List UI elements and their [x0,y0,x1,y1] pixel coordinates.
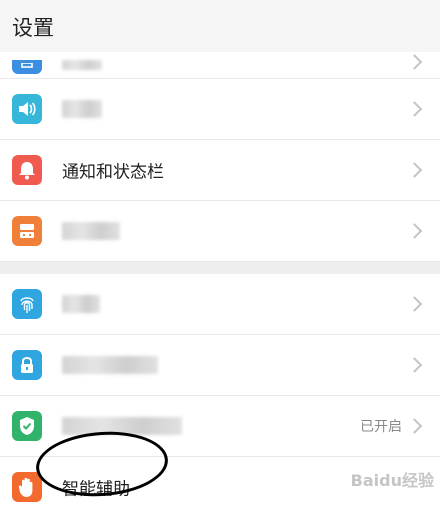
hand-icon [12,472,42,502]
header-bar: 设置 [0,0,440,52]
chevron-right-icon [406,223,423,239]
settings-item-security[interactable]: 已开启 [0,396,440,457]
chevron-right-icon [406,418,423,434]
settings-item-fingerprint[interactable] [0,274,440,335]
settings-list[interactable]: 通知和状态栏 已开启 智能辅助 [0,52,440,517]
settings-item-privacy[interactable] [0,335,440,396]
group-divider [0,262,440,274]
chevron-right-icon [406,101,423,117]
smart-assist-label: 智能辅助 [62,479,130,500]
shield-check-icon [12,411,42,441]
settings-item-sound[interactable] [0,79,440,140]
blurred-label [62,100,102,118]
settings-item-display[interactable] [0,52,440,79]
bell-icon [12,155,42,185]
blurred-label [62,295,100,313]
blurred-label [62,417,182,435]
display-icon [12,60,42,74]
notifications-label: 通知和状态栏 [62,162,164,183]
speaker-icon [12,94,42,124]
page-title: 设置 [12,16,54,40]
blurred-label [62,222,120,240]
blurred-label [62,60,102,70]
blurred-label [62,356,158,374]
settings-item-notifications[interactable]: 通知和状态栏 [0,140,440,201]
lock-icon [12,350,42,380]
settings-group-1: 通知和状态栏 [0,52,440,262]
chevron-right-icon [406,357,423,373]
fingerprint-icon [12,289,42,319]
chevron-right-icon [406,54,423,70]
chevron-right-icon [406,162,423,178]
settings-item-apps[interactable] [0,201,440,262]
watermark: Baidu经验 [350,471,434,490]
security-status: 已开启 [360,419,402,435]
app-icon [12,216,42,246]
chevron-right-icon [406,296,423,312]
